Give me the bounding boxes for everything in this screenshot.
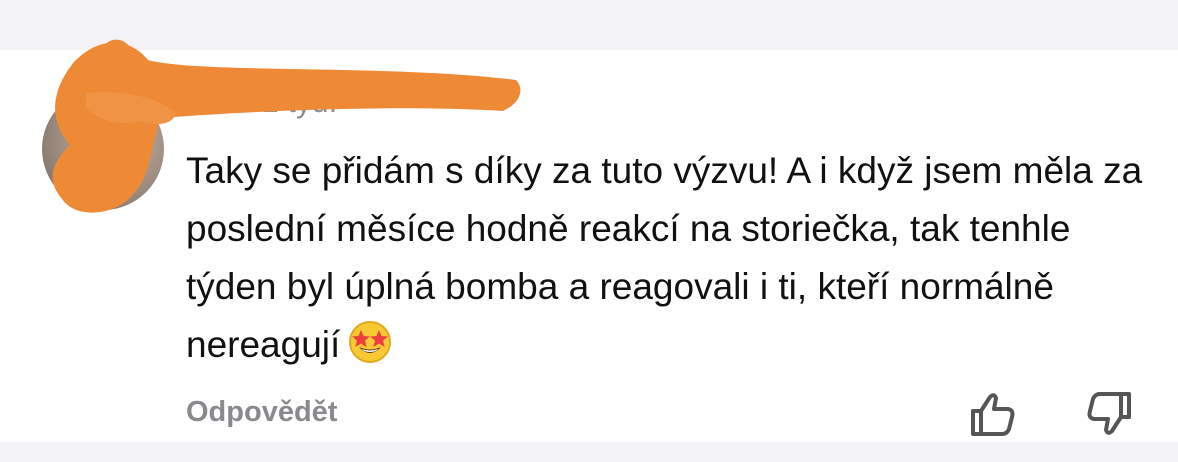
thumbs-down-icon[interactable]: [1082, 386, 1138, 442]
comment-text: Taky se přidám s díky za tuto výzvu! A i…: [186, 142, 1156, 374]
thumbs-up-icon[interactable]: [964, 386, 1020, 442]
reply-button[interactable]: Odpovědět: [186, 396, 337, 429]
comment-time: 1 týd.: [261, 84, 338, 119]
star-struck-emoji: [349, 321, 392, 363]
comment-meta: ová 1 týd.: [186, 84, 337, 124]
comment-body: Taky se přidám s díky za tuto výzvu! A i…: [186, 150, 1143, 365]
author-name[interactable]: ová: [186, 84, 239, 120]
avatar[interactable]: [42, 88, 164, 210]
